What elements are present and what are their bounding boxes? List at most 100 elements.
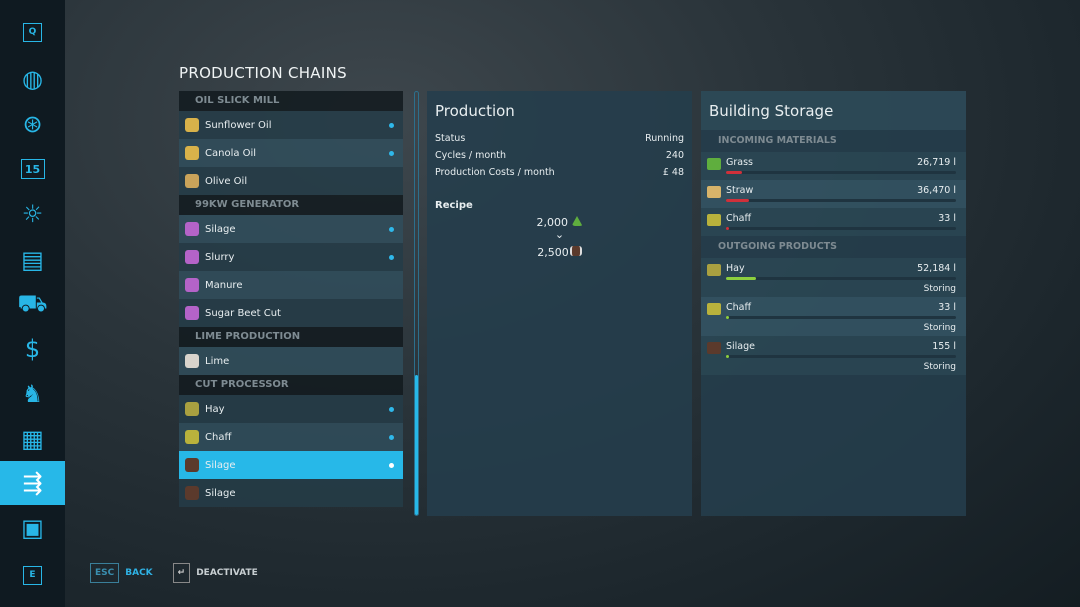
list-item[interactable]: Chaff (179, 423, 403, 451)
list-item[interactable]: Canola Oil (179, 139, 403, 167)
list-item[interactable]: Hay (179, 395, 403, 423)
fill-level-bar (726, 171, 956, 174)
deactivate-label[interactable]: DEACTIVATE (196, 568, 258, 578)
sidebar-item-contracts[interactable]: ▦ (0, 417, 65, 461)
storage-row-top: Hay 52,184 l (726, 258, 956, 274)
hay-icon (707, 264, 721, 276)
lime-icon (185, 354, 199, 368)
section-header: 99KW GENERATOR (179, 195, 403, 215)
stat-row: Status Running (427, 130, 692, 147)
list-item-label: Silage (205, 223, 236, 235)
sidebar-item-e-key[interactable]: E (0, 553, 65, 597)
list-item[interactable]: Manure (179, 271, 403, 299)
stat-row: Production Costs / month £ 48 (427, 164, 692, 181)
sidebar-item-production[interactable]: ⇶ (0, 461, 65, 505)
sidebar-item-animals[interactable]: ♞ (0, 372, 65, 416)
silage-icon (185, 458, 199, 472)
recipe-label: Recipe (435, 200, 473, 211)
sidebar-item-statistics[interactable]: ▤ (0, 238, 65, 282)
list-item[interactable]: Lime (179, 347, 403, 375)
incoming-materials-header: INCOMING MATERIALS (718, 135, 837, 146)
material-name: Grass (726, 157, 753, 168)
outgoing-products-header: OUTGOING PRODUCTS (718, 241, 837, 252)
material-amount: 155 l (932, 341, 956, 352)
tractor-icon: ⛟ (17, 288, 48, 317)
active-indicator (389, 406, 394, 412)
stat-label: Production Costs / month (435, 167, 555, 178)
sidebar-item-q-key[interactable]: Q (0, 10, 65, 54)
storage-status: Storing (923, 284, 956, 294)
e-key-icon: E (23, 565, 42, 585)
sidebar-item-finances[interactable]: $ (0, 327, 65, 371)
chaff-icon (185, 430, 199, 444)
electricity-icon (185, 306, 199, 320)
list-item[interactable]: Sunflower Oil (179, 111, 403, 139)
finances-icon: $ (24, 335, 41, 363)
silage-icon (185, 486, 199, 500)
storage-row: Silage 155 l Storing (701, 336, 966, 375)
calendar-icon: 15 (20, 159, 45, 179)
material-name: Straw (726, 185, 754, 196)
production-title: Production (435, 102, 515, 120)
active-indicator (389, 122, 394, 128)
storage-row-top: Straw 36,470 l (726, 180, 956, 196)
material-amount: 33 l (938, 302, 956, 313)
section-header: LIME PRODUCTION (179, 327, 403, 347)
hay-icon (185, 402, 199, 416)
list-item-label: Olive Oil (205, 175, 248, 187)
list-scrollbar[interactable] (414, 91, 419, 516)
deactivate-button[interactable]: ↵ (172, 563, 191, 583)
list-item[interactable]: Silage (179, 479, 403, 507)
building-storage-panel: Building Storage INCOMING MATERIALS Gras… (701, 91, 966, 516)
stat-value: 240 (665, 150, 684, 161)
sidebar-item-help[interactable]: ▣ (0, 506, 65, 550)
sidebar-item-tractor[interactable]: ⛟ (0, 282, 65, 326)
stat-value: £ 48 (662, 167, 684, 178)
stat-label: Status (435, 133, 466, 144)
sidebar-item-weather[interactable]: ☼ (0, 192, 65, 236)
back-button[interactable]: ESC (90, 563, 120, 583)
storage-row: Chaff 33 l (701, 208, 966, 236)
scrollbar-thumb[interactable] (415, 375, 418, 515)
statistics-icon: ▤ (21, 246, 44, 274)
page-title: PRODUCTION CHAINS (179, 64, 347, 82)
material-name: Chaff (726, 302, 752, 313)
list-item[interactable]: Silage (179, 451, 403, 479)
esc-key: ESC (95, 568, 115, 578)
canola-oil-icon (185, 146, 199, 160)
steering-wheel-icon: ⊛ (22, 110, 43, 138)
fill-level-bar (726, 316, 956, 319)
section-header: OIL SLICK MILL (179, 91, 403, 111)
back-label[interactable]: BACK (125, 568, 152, 578)
electricity-icon (185, 250, 199, 264)
sidebar-item-map[interactable]: ◍ (0, 57, 65, 101)
sunflower-oil-icon (185, 118, 199, 132)
fill-level-bar (726, 355, 956, 358)
fill-level-bar (726, 227, 956, 230)
fill-level (726, 355, 730, 358)
production-panel: Production Status Running Cycles / month 24… (427, 91, 692, 516)
active-indicator (389, 150, 394, 156)
olive-oil-icon (185, 174, 199, 188)
material-name: Hay (726, 263, 745, 274)
stat-value: Running (645, 133, 684, 144)
fill-level-bar (726, 199, 956, 202)
weather-icon: ☼ (21, 200, 44, 228)
sidebar-item-calendar[interactable]: 15 (0, 147, 65, 191)
contracts-icon: ▦ (21, 425, 44, 453)
storage-row-top: Silage 155 l (726, 336, 956, 352)
list-item-label: Slurry (205, 251, 235, 263)
list-item[interactable]: Silage (179, 215, 403, 243)
storage-row-top: Chaff 33 l (726, 208, 956, 224)
list-item-label: Lime (205, 355, 230, 367)
material-amount: 26,719 l (917, 157, 956, 168)
list-item[interactable]: Sugar Beet Cut (179, 299, 403, 327)
active-indicator (389, 254, 394, 260)
material-name: Chaff (726, 213, 752, 224)
recipe-arrow: ⌄ (554, 228, 565, 241)
sidebar-item-steering-wheel[interactable]: ⊛ (0, 102, 65, 146)
list-item[interactable]: Olive Oil (179, 167, 403, 195)
chaff-icon (707, 214, 721, 226)
list-item[interactable]: Slurry (179, 243, 403, 271)
list-item-label: Sugar Beet Cut (205, 307, 281, 319)
